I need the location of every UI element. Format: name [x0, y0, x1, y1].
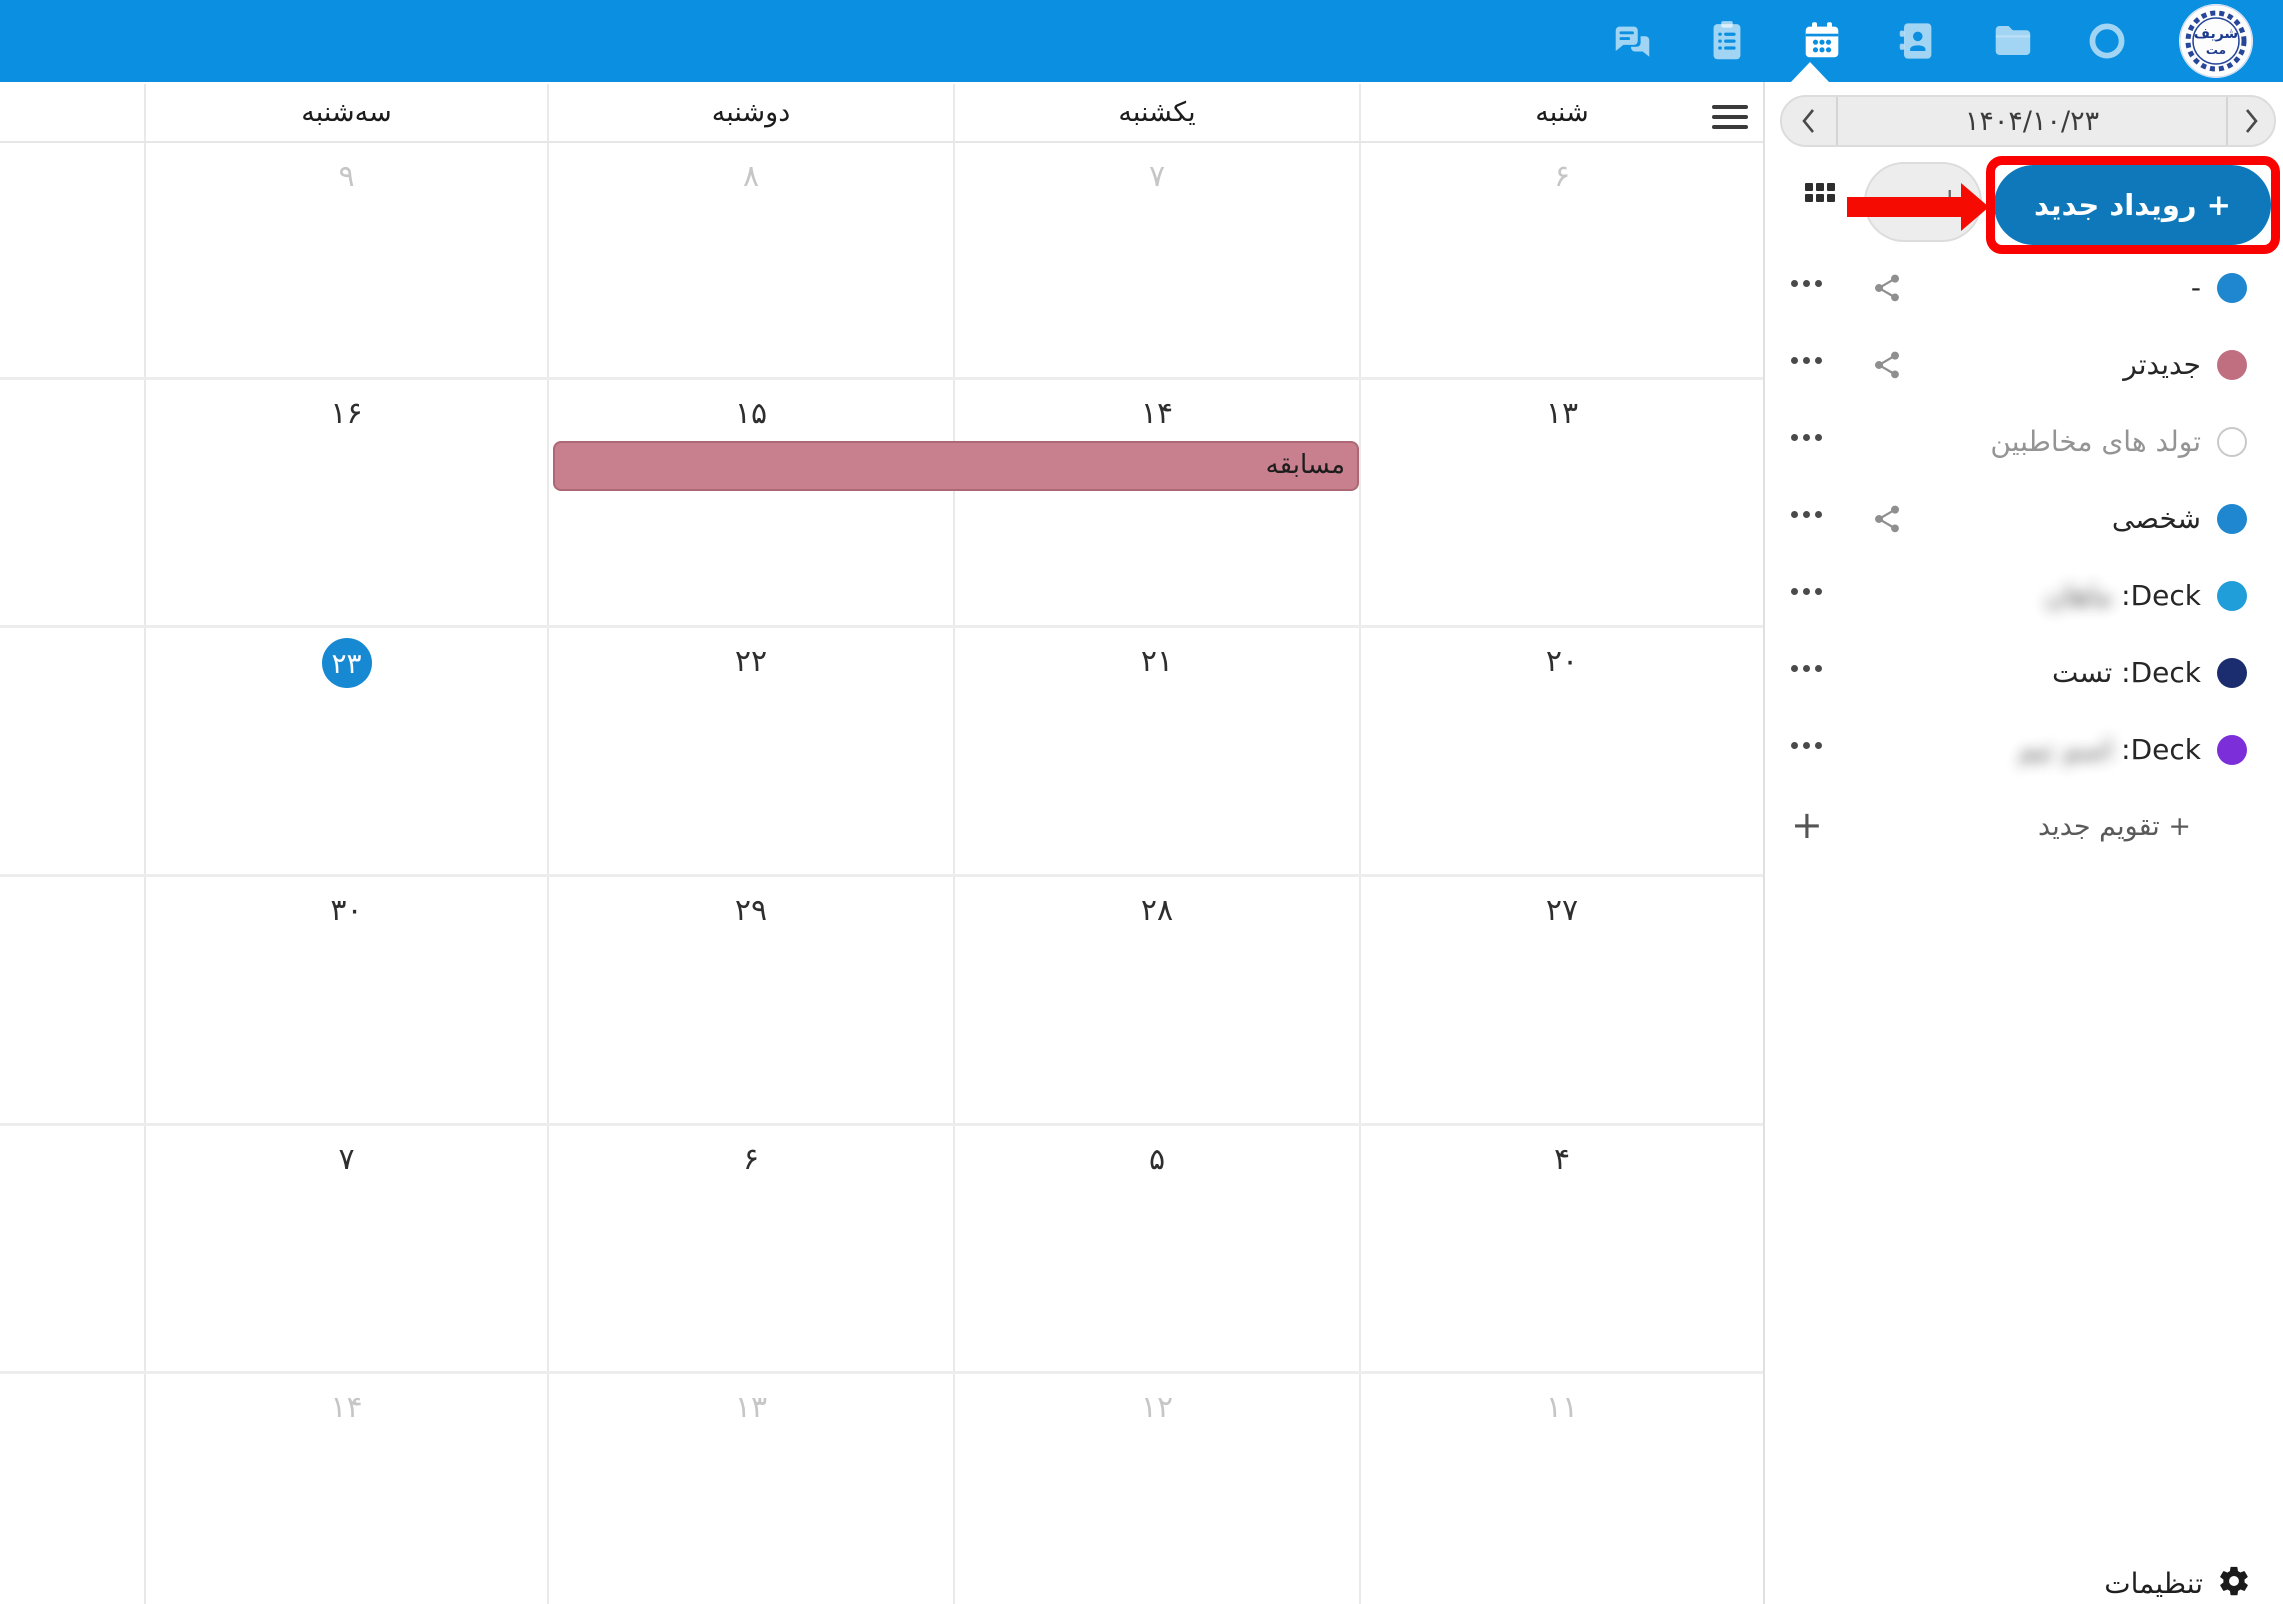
day-cell[interactable]: ۹ [144, 143, 547, 377]
share-icon[interactable] [1871, 349, 1903, 381]
top-navigation-bar: شریف مت [0, 0, 2283, 82]
day-cell[interactable]: ۲۷ [1359, 877, 1763, 1123]
weekday-saturday: شنبه [1359, 84, 1763, 141]
day-cell-today[interactable]: ۲۳ [144, 628, 547, 874]
week-row: ۱۳ ۱۴ ۱۵ ۱۶ مسابقه [0, 380, 1763, 628]
calendar-color-dot[interactable] [2217, 350, 2247, 380]
new-calendar-button[interactable]: + تقویم جدید + [1765, 788, 2283, 865]
more-options-icon[interactable] [1791, 280, 1822, 287]
highlight-arrow [1847, 197, 1961, 217]
more-options-icon[interactable] [1791, 665, 1822, 672]
calendar-list-item[interactable]: Deck: تست [1765, 634, 2283, 711]
day-cell[interactable]: ۸ [547, 143, 953, 377]
day-cell-partial[interactable] [0, 1126, 144, 1371]
calendar-icon-active[interactable] [1799, 18, 1845, 64]
calendar-list-item[interactable]: تولد های مخاطبین [1765, 403, 2283, 480]
weekday-monday: دوشنبه [547, 84, 953, 141]
more-options-icon[interactable] [1791, 588, 1822, 595]
day-cell[interactable]: ۲۹ [547, 877, 953, 1123]
menu-icon[interactable] [1712, 105, 1748, 129]
day-cell[interactable]: ۱۴ [953, 380, 1359, 625]
view-grid-icon[interactable] [1805, 183, 1835, 202]
calendar-list-item[interactable]: شخصی [1765, 480, 2283, 557]
avatar-text-1: شریف [2194, 26, 2238, 42]
day-cell[interactable]: ۱۳ [547, 1374, 953, 1604]
day-cell-partial[interactable] [0, 1374, 144, 1604]
calendar-list-item[interactable]: Deck: اسم تیم [1765, 711, 2283, 788]
share-icon[interactable] [1871, 503, 1903, 535]
more-options-icon[interactable] [1791, 511, 1822, 518]
day-cell[interactable]: ۱۱ [1359, 1374, 1763, 1604]
day-cell-partial[interactable] [0, 380, 144, 625]
weekday-partial [0, 84, 144, 141]
redacted-text: ماهان [2045, 579, 2112, 612]
day-cell[interactable]: ۲۱ [953, 628, 1359, 874]
calendar-sidebar: ۱۴۰۴/۱۰/۲۳ امروز + رویداد جدید - [1763, 82, 2283, 1604]
weekday-header-row: شنبه یکشنبه دوشنبه سه‌شنبه [0, 84, 1763, 143]
chevron-left-icon[interactable] [1782, 97, 1836, 145]
calendar-list: - جدیدتر تولد های مخاطبین [1765, 249, 2283, 865]
calendar-color-dot[interactable] [2217, 581, 2247, 611]
gear-icon [2217, 1564, 2251, 1602]
more-options-icon[interactable] [1791, 434, 1822, 441]
calendar-list-item[interactable]: - [1765, 249, 2283, 326]
week-row: ۱۱ ۱۲ ۱۳ ۱۴ [0, 1374, 1763, 1604]
calendar-list-item[interactable]: جدیدتر [1765, 326, 2283, 403]
week-row: ۲۷ ۲۸ ۲۹ ۳۰ [0, 877, 1763, 1126]
day-cell[interactable]: ۱۲ [953, 1374, 1359, 1604]
weekday-tuesday: سه‌شنبه [144, 84, 547, 141]
settings-button[interactable]: تنظیمات [1765, 1550, 2283, 1604]
circle-icon[interactable] [2084, 18, 2130, 64]
today-badge: ۲۳ [322, 638, 372, 688]
day-cell[interactable]: ۱۳ [1359, 380, 1763, 625]
user-avatar[interactable]: شریف مت [2179, 4, 2253, 78]
day-cell[interactable]: ۳۰ [144, 877, 547, 1123]
day-cell[interactable]: ۷ [953, 143, 1359, 377]
day-cell[interactable]: ۲۸ [953, 877, 1359, 1123]
calendar-color-dot[interactable] [2217, 658, 2247, 688]
more-options-icon[interactable] [1791, 742, 1822, 749]
chevron-right-icon[interactable] [2228, 97, 2274, 145]
day-cell[interactable]: ۱۶ [144, 380, 547, 625]
calendar-color-dot[interactable] [2217, 504, 2247, 534]
app-launcher: شریف مت [1609, 0, 2253, 82]
weekday-sunday: یکشنبه [953, 84, 1359, 141]
highlight-arrow-head [1961, 183, 1989, 231]
day-cell[interactable]: ۴ [1359, 1126, 1763, 1371]
calendar-list-item[interactable]: Deck: ماهان [1765, 557, 2283, 634]
plus-icon: + [1791, 806, 1823, 844]
active-app-caret [1791, 62, 1829, 82]
day-cell[interactable]: ۶ [547, 1126, 953, 1371]
event-bar[interactable]: مسابقه [553, 441, 1359, 491]
day-cell-partial[interactable] [0, 877, 144, 1123]
talk-icon[interactable] [1609, 18, 1655, 64]
day-cell[interactable]: ۲۰ [1359, 628, 1763, 874]
day-cell-partial[interactable] [0, 628, 144, 874]
tasks-icon[interactable] [1704, 18, 1750, 64]
week-row: ۴ ۵ ۶ ۷ [0, 1126, 1763, 1374]
day-cell[interactable]: ۲۲ [547, 628, 953, 874]
more-options-icon[interactable] [1791, 357, 1822, 364]
highlight-box [1986, 156, 2280, 254]
month-grid: ۶ ۷ ۸ ۹ ۱۳ ۱۴ ۱۵ ۱۶ مسابقه ۲۰ ۲۱ ۲۲ ۲۳ ۲… [0, 143, 1763, 1604]
redacted-text: اسم تیم [2019, 733, 2113, 766]
day-cell[interactable]: ۶ [1359, 143, 1763, 377]
week-row: ۶ ۷ ۸ ۹ [0, 143, 1763, 380]
files-icon[interactable] [1989, 18, 2035, 64]
contacts-icon[interactable] [1894, 18, 1940, 64]
calendar-color-dot[interactable] [2217, 735, 2247, 765]
share-icon[interactable] [1871, 272, 1903, 304]
day-cell[interactable]: ۱۵ [547, 380, 953, 625]
calendar-color-dot[interactable] [2217, 273, 2247, 303]
date-navigation[interactable]: ۱۴۰۴/۱۰/۲۳ [1780, 95, 2276, 147]
day-cell[interactable]: ۵ [953, 1126, 1359, 1371]
calendar-app-window: شریف مت شنبه یکشنبه دوشنبه سه‌شنبه ۶ ۷ ۸… [0, 0, 2283, 1604]
day-cell-partial[interactable] [0, 143, 144, 377]
day-cell[interactable]: ۷ [144, 1126, 547, 1371]
current-date-label[interactable]: ۱۴۰۴/۱۰/۲۳ [1838, 97, 2226, 145]
week-row: ۲۰ ۲۱ ۲۲ ۲۳ [0, 628, 1763, 877]
calendar-color-dot[interactable] [2217, 427, 2247, 457]
day-cell[interactable]: ۱۴ [144, 1374, 547, 1604]
avatar-text-2: مت [2206, 43, 2226, 57]
